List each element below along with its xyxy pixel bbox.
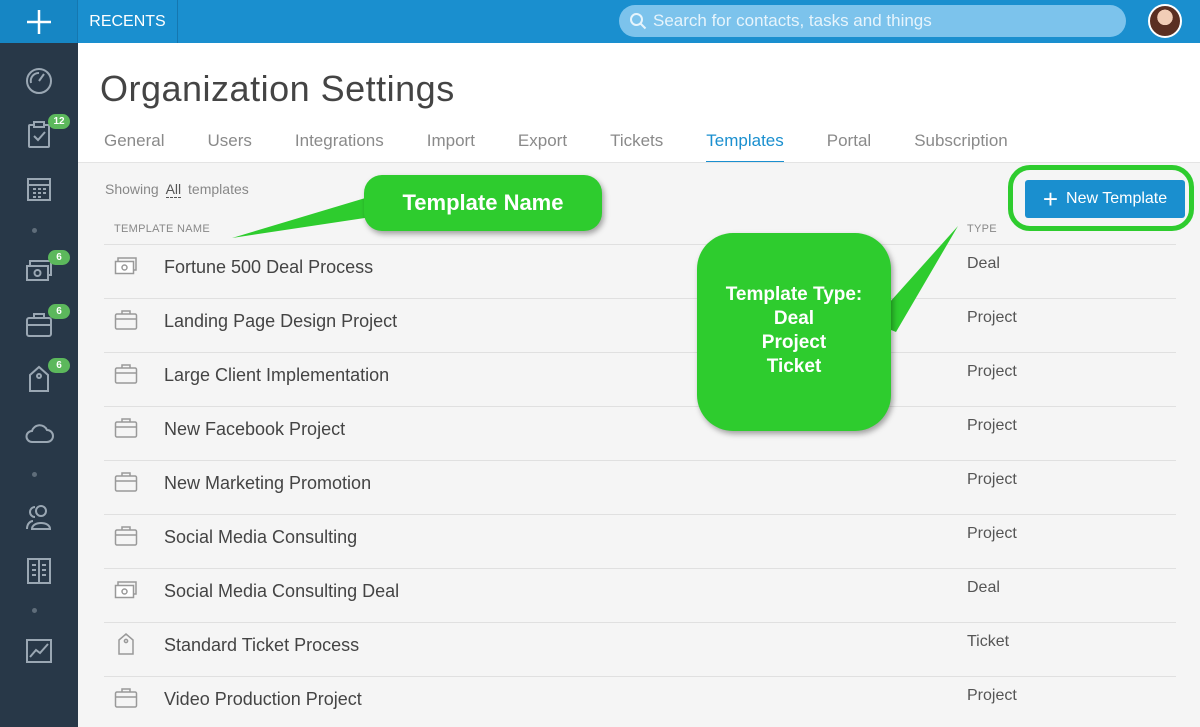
deals-icon xyxy=(26,260,52,281)
annotation-highlight-ring xyxy=(1008,165,1194,231)
organizations-icon xyxy=(27,558,51,584)
recents-button[interactable]: RECENTS xyxy=(78,0,178,43)
sidebar-item-calendar[interactable] xyxy=(0,167,78,211)
projects-badge: 6 xyxy=(48,304,70,319)
page-title: Organization Settings xyxy=(100,68,455,109)
sidebar-item-deals[interactable]: 6 xyxy=(0,249,78,293)
table-row[interactable]: New Marketing Promotion Project xyxy=(104,461,1176,515)
dashboard-icon xyxy=(26,68,52,94)
tab-templates[interactable]: Templates xyxy=(706,128,784,164)
cloud-icon xyxy=(25,424,54,443)
sidebar-item-reports[interactable] xyxy=(0,629,78,673)
settings-tabs: General Users Integrations Import Export… xyxy=(104,128,1051,164)
tasks-badge: 12 xyxy=(48,114,70,129)
briefcase-icon xyxy=(114,688,138,708)
template-type: Ticket xyxy=(967,633,1010,650)
search-icon xyxy=(630,13,647,30)
table-row[interactable]: Social Media Consulting Project xyxy=(104,515,1176,569)
sidebar-separator xyxy=(32,472,37,477)
sidebar-item-projects[interactable]: 6 xyxy=(0,303,78,347)
type-callout-line: Ticket xyxy=(766,356,822,377)
briefcase-icon xyxy=(114,418,138,438)
filter-prefix: Showing xyxy=(105,181,159,197)
briefcase-icon xyxy=(114,472,138,492)
briefcase-icon xyxy=(114,364,138,384)
search-input[interactable] xyxy=(653,11,1093,31)
ticket-icon xyxy=(118,633,134,655)
template-name: Large Client Implementation xyxy=(164,365,390,385)
template-type: Project xyxy=(967,417,1017,434)
template-name: New Facebook Project xyxy=(164,419,346,439)
template-name: Social Media Consulting Deal xyxy=(164,581,400,601)
tab-export[interactable]: Export xyxy=(518,128,567,164)
sidebar-item-dashboard[interactable] xyxy=(0,59,78,103)
sidebar: 12 6 6 6 xyxy=(0,43,78,727)
template-name: Landing Page Design Project xyxy=(164,311,398,331)
add-button[interactable] xyxy=(0,0,78,43)
template-type: Deal xyxy=(967,579,1000,596)
user-avatar[interactable] xyxy=(1148,4,1182,38)
filter-suffix: templates xyxy=(188,181,249,197)
tab-portal[interactable]: Portal xyxy=(827,128,871,164)
tab-users[interactable]: Users xyxy=(207,128,251,164)
tickets-badge: 6 xyxy=(48,358,70,373)
deal-icon xyxy=(114,257,137,275)
type-callout-line: Deal xyxy=(773,308,815,329)
template-name: Standard Ticket Process xyxy=(164,635,360,655)
deals-badge: 6 xyxy=(48,250,70,265)
sidebar-separator xyxy=(32,228,37,233)
deal-icon xyxy=(114,581,137,599)
briefcase-icon xyxy=(114,310,138,330)
column-header-type[interactable]: TYPE xyxy=(967,223,997,235)
top-bar: RECENTS xyxy=(0,0,1200,43)
template-type: Project xyxy=(967,687,1017,704)
tickets-icon xyxy=(29,365,49,392)
table-row[interactable]: New Facebook Project Project xyxy=(104,407,1176,461)
template-name: New Marketing Promotion xyxy=(164,473,372,493)
sidebar-item-tasks[interactable]: 12 xyxy=(0,113,78,157)
template-type: Deal xyxy=(967,255,1000,272)
plus-icon xyxy=(26,9,51,34)
tab-integrations[interactable]: Integrations xyxy=(295,128,384,164)
type-callout-line: Project xyxy=(761,332,827,353)
type-callout-heading: Template Type: xyxy=(725,284,863,305)
template-type: Project xyxy=(967,309,1017,326)
table-row[interactable]: Fortune 500 Deal Process Deal xyxy=(104,245,1176,299)
column-header-name[interactable]: TEMPLATE NAME xyxy=(114,223,210,235)
sidebar-item-contacts[interactable] xyxy=(0,495,78,539)
table-row[interactable]: Standard Ticket Process Ticket xyxy=(104,623,1176,677)
sidebar-item-organizations[interactable] xyxy=(0,549,78,593)
search-bar[interactable] xyxy=(619,5,1126,37)
template-type: Project xyxy=(967,471,1017,488)
template-type: Project xyxy=(967,363,1017,380)
table-row[interactable]: Video Production Project Project xyxy=(104,677,1176,727)
reports-icon xyxy=(26,639,52,663)
table-row[interactable]: Large Client Implementation Project xyxy=(104,353,1176,407)
briefcase-icon xyxy=(114,526,138,546)
tab-import[interactable]: Import xyxy=(427,128,475,164)
tab-tickets[interactable]: Tickets xyxy=(610,128,663,164)
calendar-icon xyxy=(27,178,51,201)
template-type-callout: Template Type: Deal Project Ticket xyxy=(697,233,891,431)
filter-dropdown[interactable]: All xyxy=(165,181,182,198)
tab-subscription[interactable]: Subscription xyxy=(914,128,1008,164)
sidebar-item-cloud[interactable] xyxy=(0,411,78,455)
template-name-callout: Template Name xyxy=(364,175,602,231)
contacts-icon xyxy=(26,505,52,530)
template-type: Project xyxy=(967,525,1017,542)
template-name: Social Media Consulting xyxy=(164,527,358,547)
template-name: Fortune 500 Deal Process xyxy=(164,257,374,277)
filter-summary: Showing All templates xyxy=(105,181,249,198)
template-name: Video Production Project xyxy=(164,689,362,709)
tab-general[interactable]: General xyxy=(104,128,164,164)
table-row[interactable]: Landing Page Design Project Project xyxy=(104,299,1176,353)
sidebar-separator xyxy=(32,608,37,613)
sidebar-item-tickets[interactable]: 6 xyxy=(0,357,78,401)
table-row[interactable]: Social Media Consulting Deal Deal xyxy=(104,569,1176,623)
